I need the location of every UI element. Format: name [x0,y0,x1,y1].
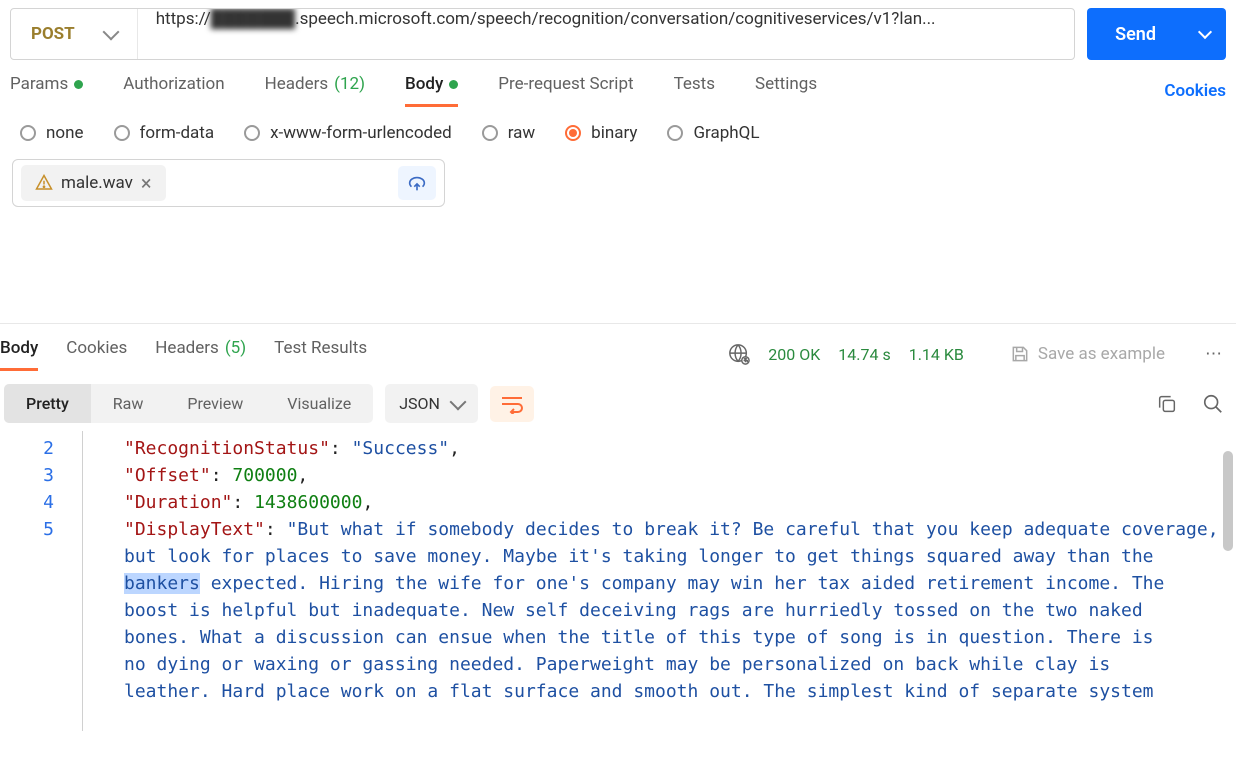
format-select[interactable]: JSON [385,384,478,423]
status-time: 14.74 s [838,345,890,364]
copy-button[interactable] [1144,385,1190,423]
cookies-link[interactable]: Cookies [1164,81,1226,101]
resp-tab-testresults[interactable]: Test Results [274,338,367,371]
resp-tab-cookies[interactable]: Cookies [66,338,127,371]
view-visualize[interactable]: Visualize [265,384,373,423]
body-type-radios: none form-data x-www-form-urlencoded raw… [0,107,1236,153]
status-size: 1.14 KB [909,345,964,364]
file-chip[interactable]: male.wav × [21,165,166,201]
view-raw[interactable]: Raw [91,384,166,423]
radio-icon [114,125,130,141]
search-icon [1202,393,1224,415]
radio-icon [20,125,36,141]
send-dropdown[interactable] [1184,8,1226,60]
url-input[interactable]: https://███████.speech.microsoft.com/spe… [138,9,1074,59]
chevron-down-icon [1198,25,1212,39]
radio-raw[interactable]: raw [482,123,535,143]
tab-settings[interactable]: Settings [755,74,817,107]
tab-params[interactable]: Params [10,74,83,107]
scrollbar-thumb[interactable] [1223,451,1233,551]
radio-icon [667,125,683,141]
tab-tests[interactable]: Tests [674,74,715,107]
warning-icon [35,174,53,192]
radio-icon [482,125,498,141]
save-example-button[interactable]: Save as example [1010,344,1165,364]
radio-xwww[interactable]: x-www-form-urlencoded [244,123,452,143]
copy-icon [1156,393,1178,415]
resp-tab-body[interactable]: Body [0,338,38,371]
response-tabs: Body Cookies Headers (5) Test Results 20… [0,324,1236,372]
tab-authorization[interactable]: Authorization [123,74,224,107]
file-name: male.wav [61,173,133,193]
code-content: "RecognitionStatus": "Success", "Offset"… [100,435,1236,705]
resp-tab-headers[interactable]: Headers (5) [155,338,246,371]
save-icon [1010,344,1030,364]
request-tabs: Params Authorization Headers (12) Body P… [0,72,1236,107]
file-selector: male.wav × [12,159,445,207]
more-icon[interactable]: ⋯ [1193,336,1236,372]
search-button[interactable] [1190,385,1236,423]
view-toggle: Pretty Raw Preview Visualize [4,384,373,423]
method-label: POST [31,24,75,44]
radio-icon [244,125,260,141]
radio-none[interactable]: none [20,123,84,143]
method-select[interactable]: POST [11,9,138,59]
view-bar: Pretty Raw Preview Visualize JSON [0,372,1236,431]
chevron-down-icon [102,24,119,41]
globe-icon [728,343,750,365]
tab-headers[interactable]: Headers (12) [265,74,365,107]
request-bar: POST https://███████.speech.microsoft.co… [10,8,1075,60]
radio-graphql[interactable]: GraphQL [667,123,759,143]
response-body[interactable]: 2 3 4 5 "RecognitionStatus": "Success", … [0,431,1236,731]
chevron-down-icon [449,393,466,410]
send-button[interactable]: Send [1087,8,1184,60]
status-code: 200 OK [768,345,820,364]
remove-file-icon[interactable]: × [141,173,152,193]
tab-prerequest[interactable]: Pre-request Script [498,74,633,107]
radio-binary[interactable]: binary [565,123,637,143]
radio-formdata[interactable]: form-data [114,123,215,143]
upload-button[interactable] [398,166,436,200]
indicator-dot [449,80,458,89]
status-block: 200 OK 14.74 s 1.14 KB [728,343,982,365]
radio-icon [565,125,581,141]
view-preview[interactable]: Preview [165,384,265,423]
view-pretty[interactable]: Pretty [4,384,91,423]
indicator-dot [74,80,83,89]
send-button-group: Send [1087,8,1226,60]
wrap-toggle[interactable] [490,386,534,422]
tab-body[interactable]: Body [405,74,458,107]
line-gutter: 2 3 4 5 [0,435,78,543]
